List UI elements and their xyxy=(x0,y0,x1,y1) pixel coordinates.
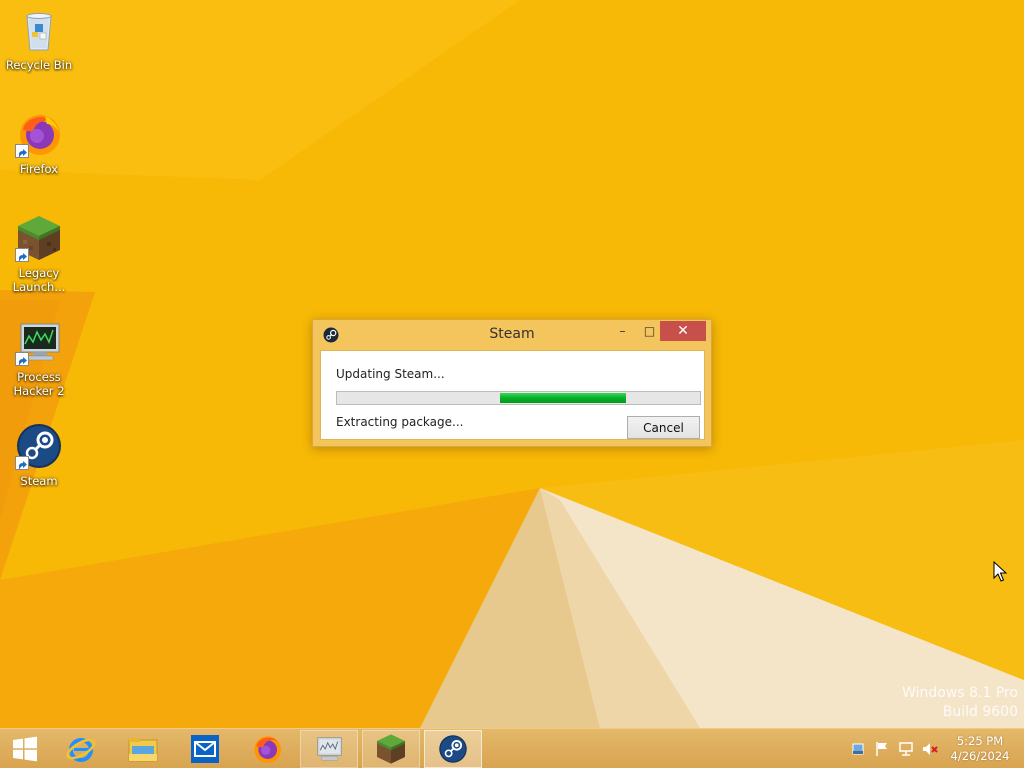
shortcut-arrow-icon xyxy=(15,248,29,262)
progress-bar-fill xyxy=(500,393,626,403)
taskbar-internet-explorer[interactable] xyxy=(52,730,110,768)
clock-time: 5:25 PM xyxy=(956,734,1004,748)
steam-update-dialog[interactable]: Steam – □ ✕ Updating Steam... Extracting… xyxy=(312,319,712,447)
desktop-icon-recycle-bin[interactable]: Recycle Bin xyxy=(4,6,74,72)
taskbar-steam[interactable] xyxy=(424,730,482,768)
process-hacker-icon xyxy=(317,737,342,761)
minecraft-grass-block-icon xyxy=(15,214,63,262)
mouse-cursor-icon xyxy=(993,561,1007,582)
process-hacker-icon xyxy=(15,318,63,366)
windows-version-watermark: Windows 8.1 Pro Build 9600 xyxy=(902,684,1018,722)
start-button[interactable] xyxy=(0,730,50,768)
minecraft-grass-block-icon xyxy=(377,734,405,764)
tray-overflow-icon[interactable] xyxy=(850,741,866,757)
taskbar: 5:25 PM 4/26/2024 xyxy=(0,728,1024,768)
shortcut-arrow-icon xyxy=(15,456,29,470)
desktop[interactable]: Recycle Bin Firefox Legacy Launch... Pro… xyxy=(0,0,1024,728)
mail-icon xyxy=(191,735,219,763)
taskbar-legacy-launcher[interactable] xyxy=(362,730,420,768)
desktop-icon-label: Recycle Bin xyxy=(5,58,73,72)
clock-date: 4/26/2024 xyxy=(950,749,1010,763)
firefox-icon xyxy=(254,736,281,763)
desktop-icon-process-hacker[interactable]: Process Hacker 2 xyxy=(4,318,74,398)
internet-explorer-icon xyxy=(66,738,96,762)
shortcut-arrow-icon xyxy=(15,352,29,366)
taskbar-file-explorer[interactable] xyxy=(114,730,172,768)
close-button[interactable]: ✕ xyxy=(660,321,706,341)
windows-start-icon xyxy=(13,736,37,762)
taskbar-firefox[interactable] xyxy=(238,730,296,768)
desktop-icon-steam[interactable]: Steam xyxy=(4,422,74,488)
taskbar-mail[interactable] xyxy=(176,730,234,768)
shortcut-arrow-icon xyxy=(15,144,29,158)
desktop-icon-firefox[interactable]: Firefox xyxy=(4,110,74,176)
desktop-icon-label: Firefox xyxy=(19,162,59,176)
taskbar-process-hacker[interactable] xyxy=(300,730,358,768)
volume-muted-icon[interactable] xyxy=(922,741,938,757)
desktop-icon-label: Legacy Launch... xyxy=(12,266,66,294)
update-progress-bar xyxy=(336,391,701,405)
update-substatus-text: Extracting package... xyxy=(336,415,464,429)
watermark-edition: Windows 8.1 Pro xyxy=(902,685,1018,701)
steam-icon xyxy=(15,422,63,470)
action-center-flag-icon[interactable] xyxy=(874,741,890,757)
recycle-bin-icon xyxy=(15,6,63,54)
cancel-button[interactable]: Cancel xyxy=(627,416,700,439)
watermark-build: Build 9600 xyxy=(942,704,1018,720)
taskbar-clock[interactable]: 5:25 PM 4/26/2024 xyxy=(940,734,1020,764)
desktop-icon-label: Steam xyxy=(20,474,58,488)
dialog-client-area: Updating Steam... Extracting package... … xyxy=(320,350,705,440)
update-status-text: Updating Steam... xyxy=(336,367,445,381)
dialog-titlebar[interactable]: Steam – □ ✕ xyxy=(313,320,711,350)
desktop-icon-label: Process Hacker 2 xyxy=(13,370,65,398)
network-icon[interactable] xyxy=(898,741,914,757)
steam-icon xyxy=(439,735,467,763)
firefox-icon xyxy=(15,110,63,158)
file-explorer-icon xyxy=(128,738,158,762)
minimize-button[interactable]: – xyxy=(609,321,636,341)
maximize-button[interactable]: □ xyxy=(636,321,663,341)
desktop-icon-legacy-launcher[interactable]: Legacy Launch... xyxy=(4,214,74,294)
